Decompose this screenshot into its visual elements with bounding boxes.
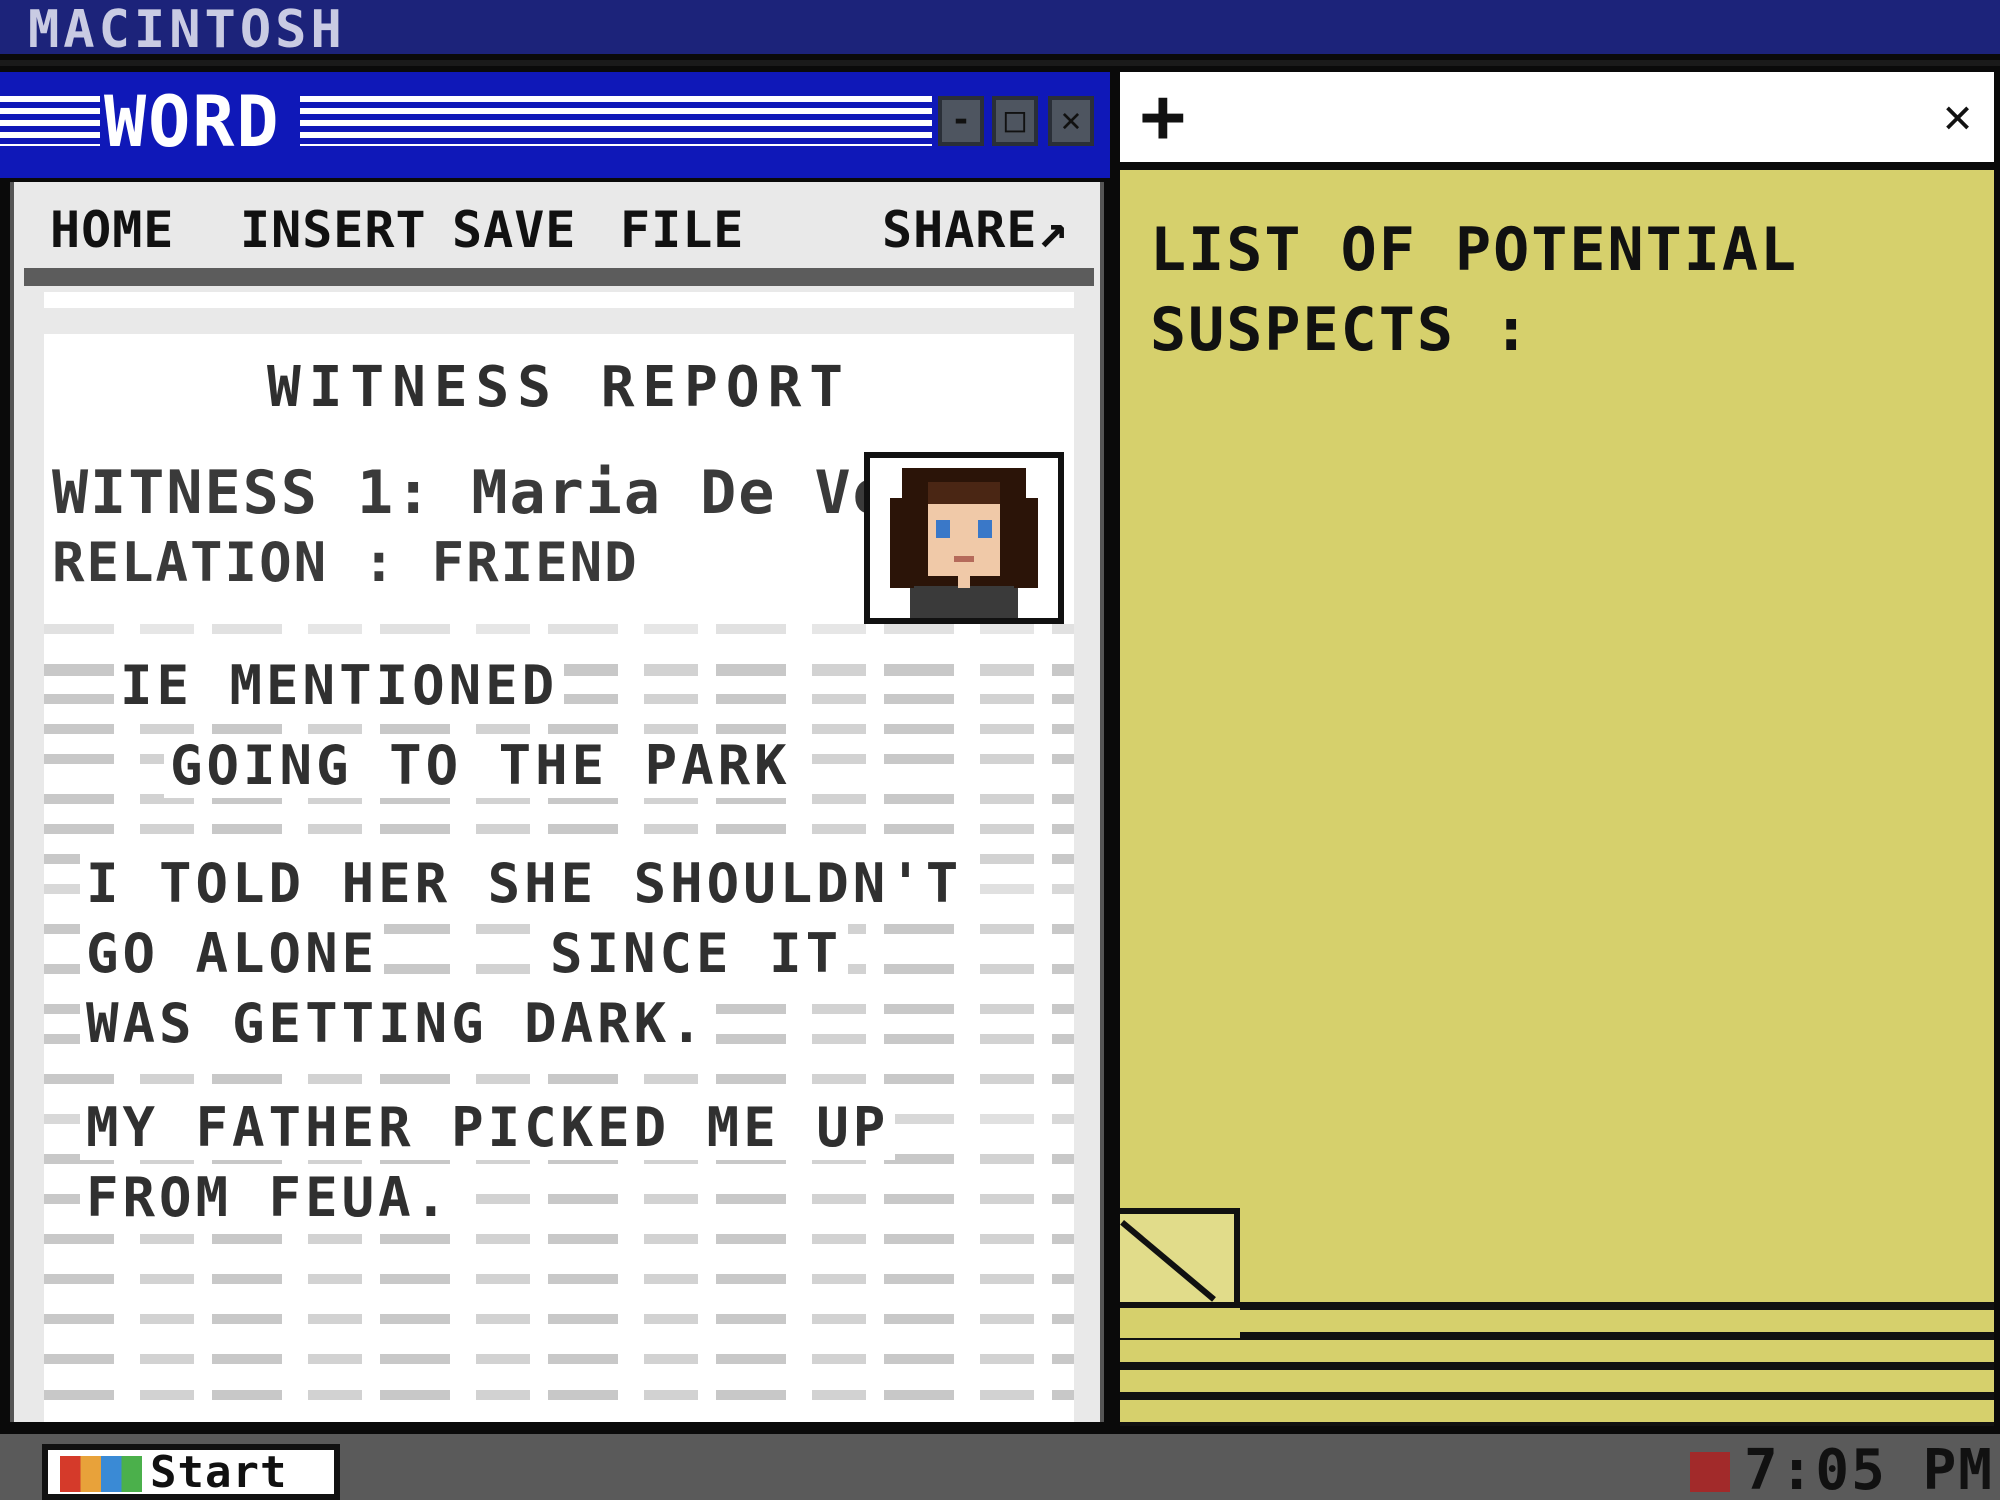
- word-menu-bar: HOME INSERT SAVE FILE SHARE↗: [42, 200, 1092, 260]
- maximize-button[interactable]: □: [992, 96, 1038, 146]
- page-curl-icon[interactable]: [1120, 1208, 1240, 1308]
- taskbar: Start 7:05 PM: [0, 1426, 2000, 1500]
- redacted-line: [44, 1074, 1074, 1084]
- word-body: HOME INSERT SAVE FILE SHARE↗ WITNESS REP…: [10, 182, 1104, 1422]
- titlebar-stripes-right: [300, 96, 932, 146]
- start-button[interactable]: Start: [42, 1444, 340, 1500]
- redacted-line: [44, 1314, 1074, 1324]
- portrait-image: [870, 458, 1058, 618]
- minimize-button[interactable]: -: [938, 96, 984, 146]
- redacted-line: [44, 1354, 1074, 1364]
- menu-home[interactable]: HOME: [50, 200, 174, 260]
- close-button[interactable]: ✕: [1048, 96, 1094, 146]
- redacted-line: [44, 1234, 1074, 1244]
- word-window: WORD - □ ✕ HOME INSERT SAVE FILE SHARE↗ …: [0, 66, 1114, 1426]
- note-page-cover: [1120, 1308, 1240, 1338]
- statement-line: SINCE IT: [544, 922, 849, 986]
- statement-line: GO ALONE: [80, 922, 385, 986]
- system-title: MACINTOSH: [28, 0, 346, 60]
- menu-share[interactable]: SHARE↗: [882, 200, 1069, 260]
- redacted-line: [44, 824, 1074, 834]
- menu-save[interactable]: SAVE: [452, 200, 576, 260]
- note-page-stack: [1120, 1302, 1994, 1426]
- word-titlebar[interactable]: WORD - □ ✕: [0, 72, 1110, 178]
- redacted-line: [44, 724, 1074, 734]
- sticky-note-body[interactable]: LIST OF POTENTIAL SUSPECTS :: [1120, 170, 1994, 1426]
- document-title: WITNESS REPORT: [266, 355, 851, 420]
- witness-relation: RELATION : FRIEND: [52, 531, 639, 594]
- system-menu-bar: MACINTOSH: [0, 0, 2000, 60]
- clock: 7:05 PM: [1744, 1438, 1995, 1500]
- statement-line: MY FATHER PICKED ME UP: [80, 1096, 896, 1160]
- sticky-note-text[interactable]: LIST OF POTENTIAL SUSPECTS :: [1150, 210, 1930, 370]
- witness-name: WITNESS 1: Maria De Vera: [52, 458, 967, 528]
- toolbar-divider: [24, 268, 1094, 286]
- statement-line: IE MENTIONED: [114, 654, 565, 718]
- tray-icon[interactable]: [1690, 1452, 1730, 1492]
- statement-line: FROM FEUA.: [80, 1166, 458, 1230]
- start-label: Start: [150, 1447, 288, 1498]
- close-note-icon[interactable]: ✕: [1943, 86, 1972, 146]
- sticky-note-header[interactable]: + ✕: [1120, 72, 1994, 162]
- document-page[interactable]: WITNESS REPORT WITNESS 1: Maria De Vera …: [44, 334, 1074, 1422]
- menu-file[interactable]: FILE: [620, 200, 744, 260]
- witness-portrait: [864, 452, 1064, 624]
- statement-line: I TOLD HER SHE SHOULDN'T: [80, 852, 969, 916]
- redacted-line: [44, 624, 1074, 634]
- add-note-icon[interactable]: +: [1140, 76, 1186, 156]
- redacted-line: [44, 1274, 1074, 1284]
- ruler: [44, 292, 1074, 308]
- statement-line: GOING TO THE PARK: [164, 734, 797, 798]
- statement-line: WAS GETTING DARK.: [80, 992, 713, 1056]
- start-logo-icon: [60, 1456, 142, 1492]
- redacted-line: [44, 1390, 1074, 1400]
- titlebar-stripes-left: [0, 96, 100, 146]
- sticky-note-window: + ✕ LIST OF POTENTIAL SUSPECTS :: [1114, 66, 2000, 1426]
- menu-insert[interactable]: INSERT: [240, 200, 427, 260]
- word-window-title: WORD: [104, 81, 281, 163]
